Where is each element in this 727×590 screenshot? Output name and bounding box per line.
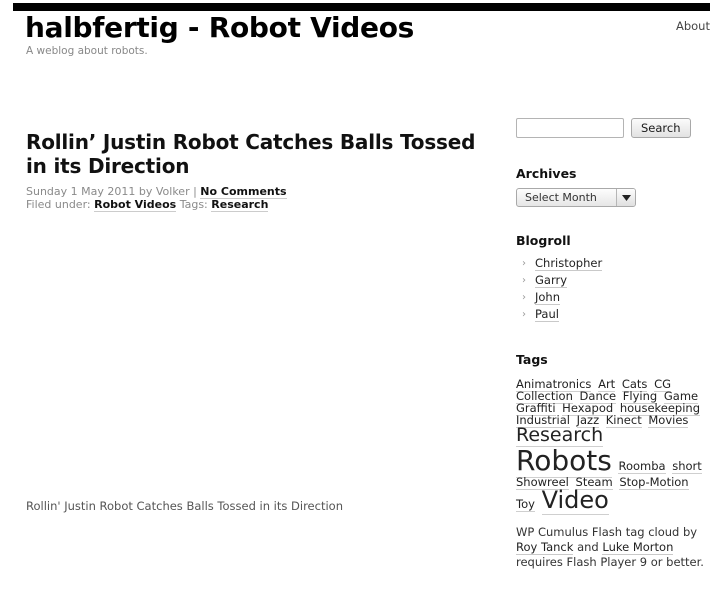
post-category-link[interactable]: Robot Videos: [94, 197, 177, 212]
tag-link-movies[interactable]: Movies: [648, 413, 689, 429]
post-video-embed-area: [26, 217, 496, 499]
main-content: Rollin’ Justin Robot Catches Balls Tosse…: [26, 130, 496, 514]
chevron-right-icon: ›: [522, 292, 526, 303]
tag-link-stop-motion[interactable]: Stop-Motion: [619, 474, 689, 490]
post-meta-filed-line: Filed under: Robot Videos Tags: Research: [26, 197, 496, 212]
post-caption: Rollin' Justin Robot Catches Balls Tosse…: [26, 499, 343, 513]
tag-link-video[interactable]: Video: [541, 485, 609, 515]
post-meta-date: Sunday 1 May 2011 by Volker |: [26, 185, 201, 198]
sidebar: Search Archives Select Month Blogroll › C…: [516, 118, 712, 590]
list-item: › Garry: [516, 272, 712, 289]
site-title[interactable]: halbfertig - Robot Videos: [25, 11, 414, 45]
chevron-down-icon[interactable]: [616, 189, 635, 206]
tags-widget: Tags Animatronics Art Cats CG Collection…: [516, 352, 712, 570]
tag-cloud: Animatronics Art Cats CG Collection Danc…: [516, 377, 706, 515]
blogroll-title: Blogroll: [516, 233, 571, 248]
list-item: › Paul: [516, 306, 712, 323]
tag-link-short[interactable]: short: [672, 459, 702, 475]
nav-item-about[interactable]: About: [676, 19, 710, 33]
list-item: › Christopher: [516, 255, 712, 272]
blogroll-widget: Blogroll › Christopher › Garry › John › Paul: [516, 233, 712, 323]
search-button[interactable]: Search: [631, 118, 691, 138]
archives-widget: Archives Select Month: [516, 166, 712, 207]
tag-link-toy[interactable]: Toy: [516, 496, 535, 512]
flash-note-joiner: and: [573, 539, 603, 554]
blogroll-link-christopher[interactable]: Christopher: [535, 256, 603, 271]
tag-link-robots[interactable]: Robots: [516, 444, 612, 479]
flash-note-author-luke-morton[interactable]: Luke Morton: [602, 539, 674, 555]
list-item: › John: [516, 289, 712, 306]
tags-title: Tags: [516, 352, 548, 367]
chevron-right-icon: ›: [522, 258, 526, 269]
post-meta: Sunday 1 May 2011 by Volker | No Comment…: [26, 185, 496, 212]
chevron-right-icon: ›: [522, 275, 526, 286]
chevron-right-icon: ›: [522, 309, 526, 320]
post-meta-filed-label: Filed under:: [26, 197, 95, 211]
blogroll-link-john[interactable]: John: [535, 290, 561, 305]
post-comments-link[interactable]: No Comments: [200, 185, 287, 199]
tag-cloud-flash-note: WP Cumulus Flash tag cloud by Roy Tanck …: [516, 525, 708, 570]
blogroll-link-paul[interactable]: Paul: [535, 307, 559, 322]
post-tag-link[interactable]: Research: [211, 197, 269, 212]
archives-select[interactable]: Select Month: [516, 188, 636, 207]
top-black-rule: [13, 3, 710, 11]
flash-note-author-roy-tanck[interactable]: Roy Tanck: [516, 539, 574, 555]
primary-nav: About: [676, 19, 710, 33]
flash-note-prefix: WP Cumulus Flash tag cloud by: [516, 524, 698, 539]
post-meta-tags-label: Tags:: [176, 197, 212, 211]
blogroll-list: › Christopher › Garry › John › Paul: [516, 255, 712, 323]
search-input[interactable]: [516, 118, 624, 138]
archives-select-value: Select Month: [525, 191, 597, 204]
flash-note-suffix: requires Flash Player 9 or better.: [516, 554, 704, 569]
tag-link-kinect[interactable]: Kinect: [605, 413, 642, 429]
tag-link-roomba[interactable]: Roomba: [618, 459, 666, 475]
site-description: A weblog about robots.: [26, 45, 148, 57]
post-meta-date-line: Sunday 1 May 2011 by Volker | No Comment…: [26, 185, 496, 199]
post-title[interactable]: Rollin’ Justin Robot Catches Balls Tosse…: [26, 130, 496, 178]
blogroll-link-garry[interactable]: Garry: [535, 273, 568, 288]
search-widget: Search: [516, 118, 712, 138]
archives-title: Archives: [516, 166, 577, 181]
site-header: halbfertig - Robot Videos A weblog about…: [0, 11, 727, 59]
